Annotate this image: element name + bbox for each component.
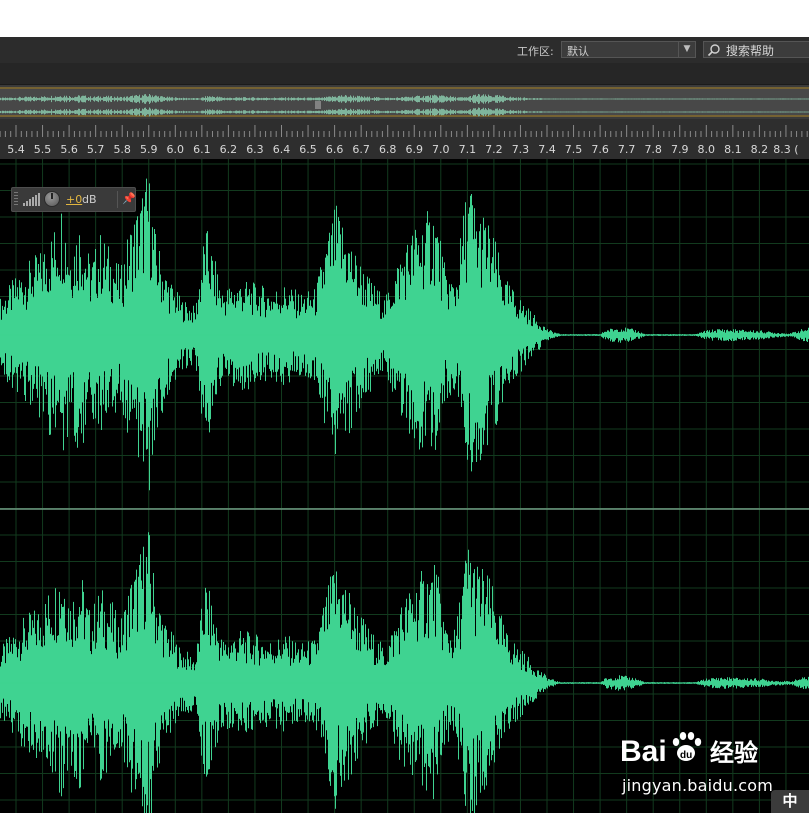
hud-divider	[117, 191, 118, 208]
waveform-editor[interactable]	[0, 159, 809, 813]
search-icon	[707, 44, 720, 57]
ruler-tick-label: 8.2	[751, 143, 769, 156]
baidu-brand-text-2: du	[680, 750, 692, 761]
ruler-tick-label: 5.7	[87, 143, 105, 156]
help-search-input[interactable]: 搜索帮助	[703, 41, 809, 58]
ruler-tick-label: 7.3	[512, 143, 530, 156]
ruler-tick-label: 7.5	[565, 143, 583, 156]
left-channel-waveform	[0, 178, 809, 491]
ruler-tick-label: 7.6	[591, 143, 609, 156]
ruler-tick-label: 5.5	[34, 143, 52, 156]
volume-knob-icon[interactable]	[44, 191, 60, 207]
ruler-tick-label: 6.7	[352, 143, 370, 156]
ruler-tick-label: 6.0	[167, 143, 185, 156]
ruler-tick-label: 7.2	[485, 143, 503, 156]
pin-icon[interactable]: 📌	[122, 192, 136, 205]
ruler-tick-label: 6.2	[220, 143, 238, 156]
ruler-tick-label: 6.9	[406, 143, 424, 156]
ruler-tick-label: 5.6	[60, 143, 78, 156]
panel-header-strip	[0, 63, 809, 85]
ime-indicator[interactable]: 中	[771, 790, 809, 813]
ruler-tick-label: 6.1	[193, 143, 211, 156]
overview-waveform	[0, 85, 809, 119]
ruler-tick-label: 7.9	[671, 143, 689, 156]
waveform-overview[interactable]	[0, 85, 809, 119]
ruler-tick-label: 6.6	[326, 143, 344, 156]
ruler-tick-label: 5.9	[140, 143, 158, 156]
ruler-tick-label: 7.4	[538, 143, 556, 156]
ruler-tick-label: 5.4	[7, 143, 25, 156]
baidu-logo: Bai du 经验	[620, 732, 758, 768]
ruler-tick-label: 5.8	[113, 143, 131, 156]
ruler-tick-label: 7.7	[618, 143, 636, 156]
gain-value[interactable]: +0	[66, 193, 82, 206]
ruler-tick-label: 6.4	[273, 143, 291, 156]
workspace-select[interactable]: 默认 ▼	[561, 41, 696, 58]
ruler-tick-label: 7.1	[459, 143, 477, 156]
watermark-url: jingyan.baidu.com	[622, 776, 774, 795]
hud-grip-icon[interactable]	[14, 192, 18, 207]
chevron-down-icon[interactable]: ▼	[678, 42, 695, 57]
ruler-tick-label: 8.1	[724, 143, 742, 156]
workspace-label: 工作区:	[517, 45, 554, 58]
ruler-ticks: 5.4 5.5 5.6 5.7 5.8 5.9 6.0 6.1 6.2 6.3 6.4 6.5 6.6 6…	[0, 125, 808, 156]
ruler-tick-label: 8.3 (	[773, 143, 798, 156]
help-search-placeholder: 搜索帮助	[726, 44, 775, 58]
ruler-tick-label: 7.8	[644, 143, 662, 156]
ruler-tick-label: 7.0	[432, 143, 450, 156]
workspace-selected-value: 默认	[567, 45, 589, 58]
ruler-tick-label: 6.5	[299, 143, 317, 156]
workspace-toolbar: 工作区: 默认 ▼ 搜索帮助	[0, 37, 809, 64]
paw-icon: du	[672, 732, 702, 761]
time-ruler[interactable]: 5.4 5.5 5.6 5.7 5.8 5.9 6.0 6.1 6.2 6.3 6.4 6.5 6.6 6…	[0, 119, 809, 159]
level-bars-icon	[23, 193, 40, 206]
ruler-tick-label: 8.0	[698, 143, 716, 156]
gain-hud: +0 dB 📌	[11, 187, 136, 212]
baidu-product-text: 经验	[710, 739, 758, 767]
baidu-brand-text: Bai	[620, 735, 667, 768]
ruler-tick-label: 6.8	[379, 143, 397, 156]
gain-unit: dB	[82, 193, 97, 206]
page-top-margin	[0, 0, 809, 37]
waveform-display	[0, 159, 809, 813]
ruler-tick-label: 6.3	[246, 143, 264, 156]
